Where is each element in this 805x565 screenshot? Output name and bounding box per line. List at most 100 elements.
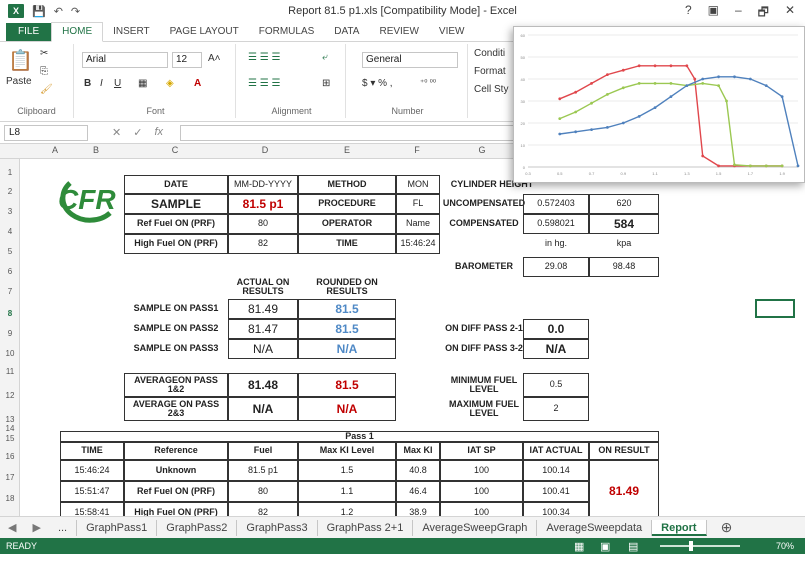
sheet-tab-report[interactable]: Report	[652, 519, 707, 536]
wrap-text-icon[interactable]: ⤶	[322, 52, 328, 63]
avg12-actual[interactable]: 81.48	[228, 373, 298, 397]
table-cell[interactable]: 81.5 p1	[228, 460, 298, 481]
compensated-value[interactable]: 0.598021	[523, 214, 589, 234]
zoom-handle[interactable]	[689, 541, 693, 551]
table-cell[interactable]: 80	[228, 481, 298, 502]
normal-view-icon[interactable]: ▦	[574, 540, 584, 553]
name-box[interactable]: L8	[4, 125, 88, 141]
cut-icon[interactable]: ✂	[40, 48, 48, 59]
italic-button[interactable]: I	[100, 78, 103, 89]
table-cell[interactable]: 1.5	[298, 460, 396, 481]
page-layout-icon[interactable]: ▣	[600, 540, 610, 553]
row-header[interactable]: 15	[0, 434, 20, 443]
max-fuel-value[interactable]: 2	[523, 397, 589, 421]
tab-data[interactable]: DATA	[324, 23, 369, 41]
table-cell[interactable]: 15:51:47	[60, 481, 124, 502]
tab-formulas[interactable]: FORMULAS	[249, 23, 325, 41]
avg12-rounded[interactable]: 81.5	[298, 373, 396, 397]
row-header[interactable]: 16	[0, 452, 20, 461]
row-header[interactable]: 8	[0, 309, 20, 318]
time-value[interactable]: 15:46:24	[396, 234, 440, 254]
redo-icon[interactable]: ↷	[71, 5, 80, 18]
cell-styles-button[interactable]: Cell Sty	[474, 84, 508, 95]
bold-button[interactable]: B	[84, 78, 91, 89]
table-cell[interactable]: 15:46:24	[60, 460, 124, 481]
table-cell[interactable]: 15:58:41	[60, 502, 124, 516]
save-icon[interactable]: 💾	[32, 5, 46, 18]
diff32-value[interactable]: N/A	[523, 339, 589, 359]
zoom-slider[interactable]	[660, 545, 740, 547]
row-header[interactable]: 7	[0, 287, 20, 296]
pass1-rounded[interactable]: 81.5	[298, 299, 396, 319]
conditional-formatting-button[interactable]: Conditi	[474, 48, 505, 59]
row-header[interactable]: 11	[0, 367, 20, 376]
avg23-rounded[interactable]: N/A	[298, 397, 396, 421]
font-size-box[interactable]: 12	[172, 52, 202, 68]
column-header[interactable]: F	[396, 145, 438, 155]
font-color-icon[interactable]: A	[194, 78, 201, 89]
underline-button[interactable]: U	[114, 78, 121, 89]
tab-file[interactable]: FILE	[6, 23, 52, 41]
column-header[interactable]: D	[232, 145, 298, 155]
decimal-icon[interactable]: ⁺⁰ ⁰⁰	[420, 78, 436, 87]
pass3-rounded[interactable]: N/A	[298, 339, 396, 359]
paste-icon[interactable]: 📋	[8, 48, 33, 73]
table-cell[interactable]: 100	[440, 481, 523, 502]
table-cell[interactable]: 100.14	[523, 460, 589, 481]
tab-insert[interactable]: INSERT	[103, 23, 160, 41]
font-name-box[interactable]: Arial	[82, 52, 168, 68]
row-header[interactable]: 3	[0, 207, 20, 216]
column-header[interactable]: A	[40, 145, 70, 155]
row-header[interactable]: 13	[0, 415, 20, 424]
table-cell[interactable]: 1.2	[298, 502, 396, 516]
tab-view[interactable]: VIEW	[429, 23, 475, 41]
function-icon[interactable]: fx	[154, 126, 163, 139]
min-fuel-value[interactable]: 0.5	[523, 373, 589, 397]
barometer-kpa[interactable]: 98.48	[589, 257, 659, 277]
column-header[interactable]: G	[440, 145, 524, 155]
table-cell[interactable]: Ref Fuel ON (PRF)	[124, 481, 228, 502]
method-value[interactable]: MON	[396, 175, 440, 194]
row-header[interactable]: 10	[0, 349, 20, 358]
row-header[interactable]: 9	[0, 329, 20, 338]
fill-color-icon[interactable]: ◈	[166, 78, 174, 89]
sheet-tab-averagesweepgraph[interactable]: AverageSweepGraph	[413, 519, 538, 536]
date-value[interactable]: MM-DD-YYYY	[228, 175, 298, 194]
format-painter-icon[interactable]: 🖌	[40, 84, 53, 95]
align-left-icon[interactable]: ☰ ☰ ☰	[248, 78, 280, 89]
restore-icon[interactable]: 🗗	[758, 3, 769, 24]
tab-review[interactable]: REVIEW	[369, 23, 428, 41]
table-cell[interactable]: 1.1	[298, 481, 396, 502]
worksheet-grid[interactable]: CFR DATE MM-DD-YYYY METHOD MON CYLINDER …	[20, 159, 805, 516]
format-table-button[interactable]: Format	[474, 66, 506, 77]
table-cell[interactable]: Unknown	[124, 460, 228, 481]
uncompensated-kpa[interactable]: 620	[589, 194, 659, 214]
procedure-value[interactable]: FL	[396, 194, 440, 214]
sheet-tab-graphpass21[interactable]: GraphPass 2+1	[318, 519, 414, 536]
column-header[interactable]: B	[72, 145, 120, 155]
pass2-rounded[interactable]: 81.5	[298, 319, 396, 339]
ribbon-display-icon[interactable]: ▣	[708, 3, 719, 24]
table-cell[interactable]: 100	[440, 502, 523, 516]
sheet-tab-graphpass3[interactable]: GraphPass3	[237, 519, 318, 536]
table-cell[interactable]: 38.9	[396, 502, 440, 516]
uncompensated-value[interactable]: 0.572403	[523, 194, 589, 214]
tab-page-layout[interactable]: PAGE LAYOUT	[160, 23, 249, 41]
operator-value[interactable]: Name	[396, 214, 440, 234]
add-sheet-icon[interactable]: ⊕	[707, 519, 747, 536]
row-header[interactable]: 6	[0, 267, 20, 276]
row-header[interactable]: 5	[0, 247, 20, 256]
table-cell[interactable]: 100	[440, 460, 523, 481]
close-icon[interactable]: ✕	[785, 3, 795, 24]
enter-icon[interactable]: ✓	[133, 126, 142, 139]
column-header[interactable]: C	[120, 145, 230, 155]
row-header[interactable]: 1	[0, 168, 20, 177]
row-header[interactable]: 17	[0, 473, 20, 482]
cancel-icon[interactable]: ✕	[112, 126, 121, 139]
border-icon[interactable]: ▦	[138, 78, 147, 89]
sheet-tab-averagesweepdata[interactable]: AverageSweepdata	[537, 519, 653, 536]
merge-icon[interactable]: ⊞	[322, 78, 330, 89]
sheet-tab-graphpass1[interactable]: GraphPass1	[77, 519, 158, 536]
scroll-right-icon[interactable]: ▶	[24, 521, 48, 534]
pass2-actual[interactable]: 81.47	[228, 319, 298, 339]
